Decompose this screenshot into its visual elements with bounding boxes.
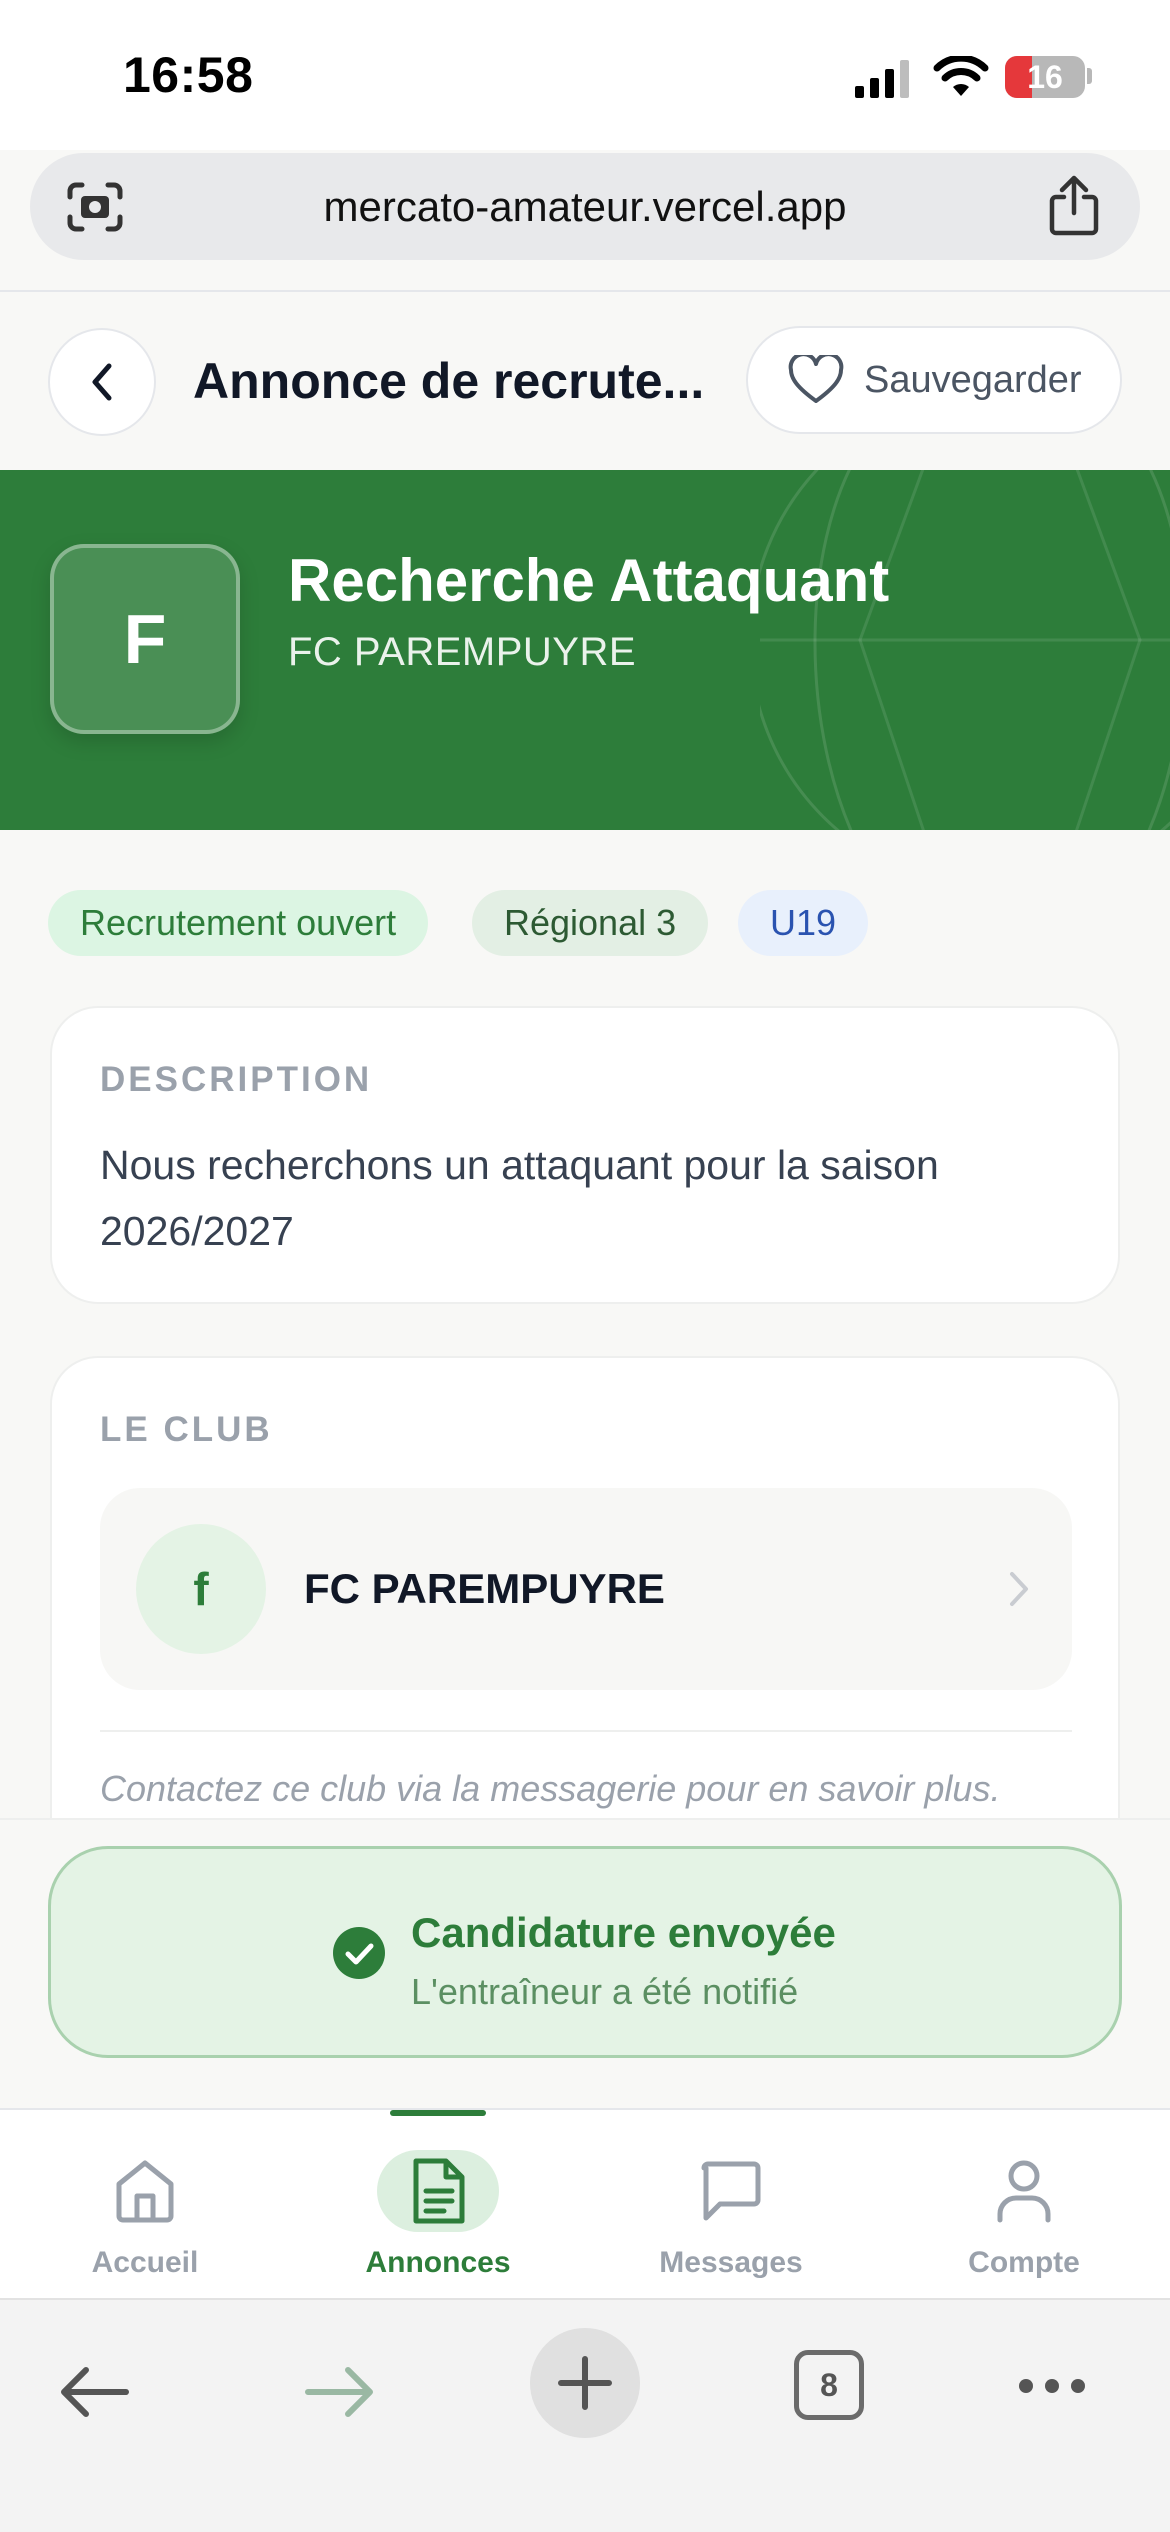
status-bar: 16:58 16	[0, 0, 1170, 150]
cellular-signal-icon	[855, 60, 909, 98]
club-contact-note: Contactez ce club via la messagerie pour…	[100, 1768, 1001, 1809]
category-badge: U19	[738, 890, 869, 956]
browser-toolbar: 8	[0, 2298, 1170, 2532]
description-card: DESCRIPTION Nous recherchons un attaquan…	[50, 1006, 1120, 1304]
club-avatar-letter: f	[193, 1563, 209, 1615]
save-button[interactable]: Sauvegarder	[746, 326, 1122, 434]
document-icon	[413, 2158, 465, 2224]
club-divider	[100, 1730, 1072, 1732]
bottom-tab-bar: Accueil Annonces Messages Compte	[0, 2108, 1170, 2298]
url-text[interactable]: mercato-amateur.vercel.app	[30, 153, 1140, 260]
chevron-left-icon	[92, 363, 112, 401]
tab-messages[interactable]: Messages	[611, 2140, 851, 2280]
browser-forward-icon[interactable]	[302, 2362, 378, 2422]
active-tab-indicator	[390, 2110, 486, 2116]
club-section-label: LE CLUB	[100, 1410, 273, 1449]
club-name: FC PAREMPUYRE	[304, 1565, 665, 1612]
listing-title: Recherche Attaquant	[288, 547, 890, 614]
status-badge: Recrutement ouvert	[48, 890, 429, 956]
application-status-title: Candidature envoyée	[411, 1909, 836, 1956]
club-card: LE CLUB f FC PAREMPUYRE Contactez ce clu…	[50, 1356, 1120, 1876]
message-icon	[701, 2161, 761, 2221]
description-label: DESCRIPTION	[100, 1060, 373, 1099]
level-badge: Régional 3	[472, 890, 709, 956]
back-button[interactable]	[48, 328, 156, 436]
share-icon[interactable]	[1046, 175, 1102, 237]
check-circle-icon	[333, 1927, 385, 1979]
club-avatar: f	[136, 1524, 266, 1654]
browser-back-icon[interactable]	[56, 2362, 132, 2422]
status-time: 16:58	[123, 47, 254, 103]
tabs-count-button[interactable]: 8	[794, 2350, 864, 2420]
home-icon	[116, 2160, 174, 2223]
heart-icon	[788, 355, 844, 403]
tab-accueil[interactable]: Accueil	[25, 2140, 265, 2280]
tab-annonces[interactable]: Annonces	[318, 2140, 558, 2280]
chevron-right-icon	[1010, 1572, 1028, 1606]
new-tab-button[interactable]	[530, 2328, 640, 2438]
description-text: Nous recherchons un attaquant pour la sa…	[100, 1142, 939, 1254]
battery-tip	[1087, 68, 1092, 84]
tab-annonces-label: Annonces	[365, 2246, 511, 2279]
listing-banner: F Recherche Attaquant FC PAREMPUYRE	[0, 470, 1170, 830]
club-link[interactable]: f FC PAREMPUYRE	[100, 1488, 1072, 1690]
application-status-button[interactable]: Candidature envoyée L'entraîneur a été n…	[48, 1846, 1122, 2058]
save-button-label: Sauvegarder	[864, 358, 1082, 401]
tab-accueil-label: Accueil	[91, 2246, 199, 2279]
page-title: Annonce de recrute...	[193, 353, 705, 409]
tab-messages-label: Messages	[659, 2246, 803, 2279]
tab-compte[interactable]: Compte	[904, 2140, 1144, 2280]
club-logo-badge: F	[50, 544, 240, 734]
application-status-subtitle: L'entraîneur a été notifié	[411, 1971, 799, 2012]
more-options-icon[interactable]	[1016, 2374, 1088, 2398]
application-footer: Candidature envoyée L'entraîneur a été n…	[0, 1818, 1170, 2108]
plus-icon	[558, 2356, 612, 2410]
football-pitch-decoration	[760, 470, 1170, 830]
user-icon	[997, 2160, 1051, 2223]
battery-level: 16	[1027, 59, 1063, 95]
address-bar[interactable]: mercato-amateur.vercel.app	[30, 153, 1140, 260]
club-logo-letter: F	[123, 600, 167, 678]
wifi-icon	[933, 56, 989, 96]
page-header: Annonce de recrute... Sauvegarder	[0, 292, 1170, 470]
listing-club: FC PAREMPUYRE	[288, 630, 637, 674]
battery-icon: 16	[1005, 56, 1085, 98]
tab-compte-label: Compte	[968, 2246, 1080, 2279]
